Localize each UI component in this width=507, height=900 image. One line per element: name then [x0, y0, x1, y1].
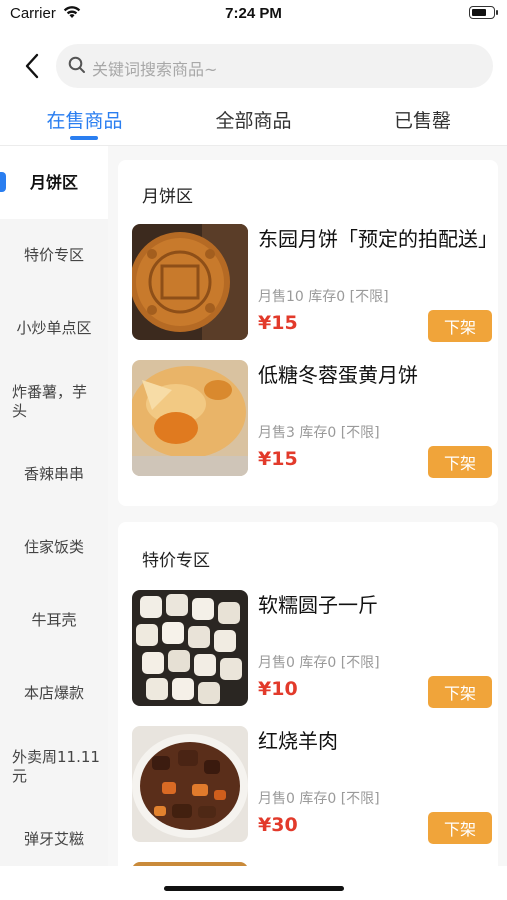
delist-button[interactable]: 下架 — [428, 676, 492, 708]
delist-button[interactable]: 下架 — [428, 310, 492, 342]
section-title: 特价专区 — [142, 551, 210, 571]
category-label: 住家饭类 — [23, 538, 84, 557]
category-item[interactable]: 弹牙艾糍 — [0, 803, 108, 866]
tab-all-products[interactable]: 全部商品 — [169, 106, 338, 133]
product-price: ¥15 — [258, 312, 298, 334]
product-image — [132, 590, 248, 706]
product-image — [132, 360, 248, 476]
product-name: 软糯圆子一斤 — [258, 593, 378, 617]
product-list[interactable]: 月饼区 东园月饼「预定的拍配送」 月售10 库存0 [不限] ¥15 下架 低糖… — [108, 146, 507, 866]
product-name: 红烧羊肉 — [258, 729, 338, 753]
active-category-marker — [0, 172, 6, 192]
product-card[interactable]: 东园月饼「预定的拍配送」 月售10 库存0 [不限] ¥15 下架 — [132, 224, 498, 342]
category-label: 小炒单点区 — [16, 319, 92, 338]
product-price: ¥30 — [258, 814, 298, 836]
product-stats: 月售10 库存0 [不限] — [258, 289, 389, 305]
home-bar-area — [0, 866, 507, 900]
category-sidebar: 月饼区 特价专区 小炒单点区 炸番薯，芋头 香辣串串 住家饭类 牛耳壳 本店爆款… — [0, 146, 108, 866]
clock: 7:24 PM — [225, 5, 282, 22]
category-label: 炸番薯，芋头 — [12, 382, 88, 420]
search-icon — [68, 56, 85, 73]
back-icon[interactable] — [22, 52, 44, 80]
search-input[interactable]: 关键词搜索商品~ — [56, 44, 493, 88]
category-label: 月饼区 — [29, 172, 78, 192]
product-card[interactable]: 软糯圆子一斤 月售0 库存0 [不限] ¥10 下架 — [132, 590, 492, 708]
battery-icon — [469, 6, 498, 19]
category-item[interactable]: 小炒单点区 — [0, 292, 108, 365]
category-item[interactable]: 住家饭类 — [0, 511, 108, 584]
product-card[interactable]: 红烧羊肉 月售0 库存0 [不限] ¥30 下架 — [132, 726, 492, 844]
category-item[interactable]: 月饼区 — [0, 146, 108, 219]
status-bar: Carrier 7:24 PM — [0, 0, 507, 30]
tab-on-sale[interactable]: 在售商品 — [0, 106, 169, 133]
product-status-tabs: 在售商品 全部商品 已售罄 — [0, 96, 507, 146]
home-indicator[interactable] — [164, 886, 344, 891]
product-stats: 月售0 库存0 [不限] — [258, 791, 380, 807]
category-label: 特价专区 — [23, 246, 84, 265]
section-title: 月饼区 — [142, 187, 193, 207]
category-item[interactable]: 炸番薯，芋头 — [0, 365, 108, 438]
product-price: ¥10 — [258, 678, 298, 700]
category-item[interactable]: 本店爆款 — [0, 657, 108, 730]
category-label: 外卖周11.11元 — [12, 747, 100, 785]
delist-button[interactable]: 下架 — [428, 446, 492, 478]
category-label: 弹牙艾糍 — [23, 830, 84, 849]
search-header: 关键词搜索商品~ — [0, 40, 507, 92]
product-name: 东园月饼「预定的拍配送」 — [258, 227, 498, 251]
category-item[interactable]: 特价专区 — [0, 219, 108, 292]
category-label: 本店爆款 — [23, 684, 84, 703]
product-image — [132, 224, 248, 340]
category-label: 香辣串串 — [23, 465, 84, 484]
category-item[interactable]: 牛耳壳 — [0, 584, 108, 657]
delist-button[interactable]: 下架 — [428, 812, 492, 844]
search-placeholder: 关键词搜索商品~ — [92, 60, 218, 79]
product-stats: 月售0 库存0 [不限] — [258, 655, 380, 671]
tab-sold-out[interactable]: 已售罄 — [338, 106, 507, 133]
product-price: ¥15 — [258, 448, 298, 470]
product-name: 低糖冬蓉蛋黄月饼 — [258, 363, 418, 387]
category-item[interactable]: 外卖周11.11元 — [0, 730, 108, 803]
category-item[interactable]: 香辣串串 — [0, 438, 108, 511]
product-stats: 月售3 库存0 [不限] — [258, 425, 380, 441]
product-image — [132, 726, 248, 842]
category-label: 牛耳壳 — [31, 611, 77, 630]
product-card[interactable]: 低糖冬蓉蛋黄月饼 月售3 库存0 [不限] ¥15 下架 — [132, 360, 492, 478]
category-section: 特价专区 软糯圆子一斤 月售0 库存0 [不限] ¥10 下架 红烧羊肉 月售0… — [118, 522, 498, 866]
category-section: 月饼区 东园月饼「预定的拍配送」 月售10 库存0 [不限] ¥15 下架 低糖… — [118, 160, 498, 506]
active-tab-indicator — [70, 136, 98, 140]
